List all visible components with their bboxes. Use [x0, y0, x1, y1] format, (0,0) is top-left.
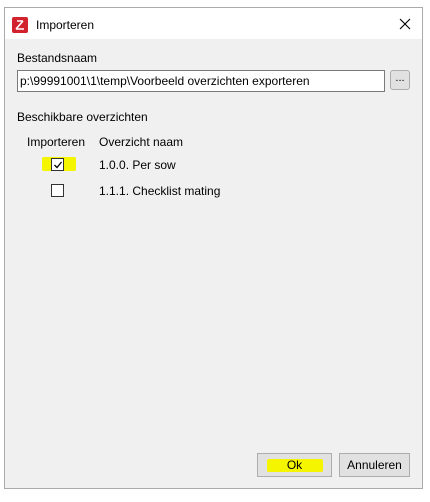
list-item: 1.1.1. Checklist mating [5, 182, 422, 206]
import-dialog: Importeren Bestandsnaam ... Beschikbare … [4, 7, 423, 489]
title-bar: Importeren [5, 8, 422, 39]
close-button[interactable] [388, 8, 422, 39]
checkmark-icon [54, 161, 63, 169]
close-icon [399, 18, 411, 30]
dialog-content: Bestandsnaam ... Beschikbare overzichten… [5, 39, 422, 488]
dialog-title: Importeren [36, 18, 95, 32]
import-checkbox[interactable] [51, 158, 64, 171]
overview-name: 1.0.0. Per sow [99, 158, 176, 172]
list-item: 1.0.0. Per sow [5, 156, 422, 180]
import-checkbox[interactable] [51, 184, 64, 197]
cancel-button[interactable]: Annuleren [339, 453, 410, 477]
column-header-import: Importeren [27, 135, 86, 149]
ok-button[interactable]: Ok [257, 453, 332, 477]
filename-input[interactable] [17, 70, 385, 92]
available-overviews-label: Beschikbare overzichten [17, 110, 148, 124]
ok-button-label: Ok [286, 458, 303, 472]
app-logo-icon [12, 17, 28, 33]
column-header-name: Overzicht naam [99, 135, 184, 149]
browse-button[interactable]: ... [390, 70, 410, 90]
overview-name: 1.1.1. Checklist mating [99, 184, 221, 198]
filename-label: Bestandsnaam [17, 51, 98, 65]
